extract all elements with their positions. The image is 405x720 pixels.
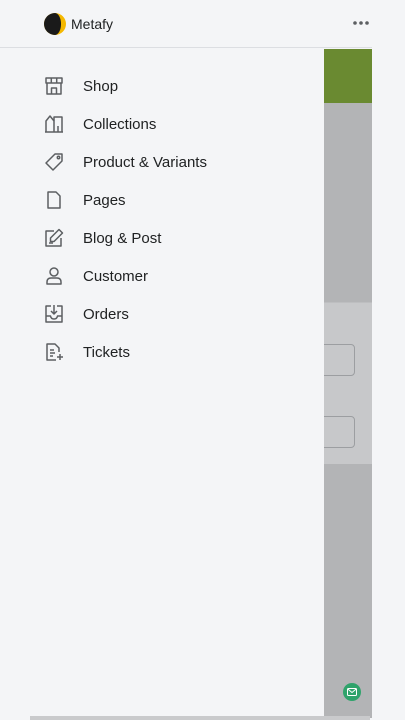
page-icon: [43, 189, 65, 211]
form-card: [324, 302, 372, 464]
more-horizontal-icon[interactable]: [350, 12, 372, 34]
user-icon: [43, 265, 65, 287]
nav-item-shop[interactable]: Shop: [0, 67, 324, 105]
nav-item-pages[interactable]: Pages: [0, 181, 324, 219]
chat-button[interactable]: [343, 683, 361, 701]
nav-label: Pages: [83, 191, 126, 209]
text-field[interactable]: [324, 344, 355, 376]
collections-icon: [43, 113, 65, 135]
nav-label: Product & Variants: [83, 153, 207, 171]
tag-icon: [43, 151, 65, 173]
nav-label: Collections: [83, 115, 157, 133]
moon-logo-icon[interactable]: [44, 13, 66, 35]
nav-item-tickets[interactable]: Tickets: [0, 333, 324, 371]
text-field[interactable]: [324, 416, 355, 448]
nav-item-orders[interactable]: Orders: [0, 295, 324, 333]
edit-icon: [43, 227, 65, 249]
nav-label: Tickets: [83, 343, 130, 361]
nav-item-customer[interactable]: Customer: [0, 257, 324, 295]
nav-label: Customer: [83, 267, 149, 285]
orders-icon: [43, 303, 65, 325]
mail-icon: [347, 688, 357, 696]
page-banner: [324, 49, 372, 103]
nav-menu: Shop Collections Product & Variants Page…: [0, 67, 324, 371]
store-icon: [43, 75, 65, 97]
nav-item-blog-post[interactable]: Blog & Post: [0, 219, 324, 257]
nav-item-product-variants[interactable]: Product & Variants: [0, 143, 324, 181]
tickets-icon: [43, 341, 65, 363]
nav-label: Orders: [83, 305, 129, 323]
nav-label: Blog & Post: [83, 229, 162, 247]
top-bar: Metafy: [0, 0, 372, 48]
nav-label: Shop: [83, 77, 119, 95]
main-content-overlay[interactable]: [324, 49, 372, 718]
navigation-drawer: Shop Collections Product & Variants Page…: [0, 49, 324, 716]
bottom-strip: [30, 716, 370, 720]
nav-item-collections[interactable]: Collections: [0, 105, 324, 143]
app-name: Metafy: [71, 16, 114, 32]
